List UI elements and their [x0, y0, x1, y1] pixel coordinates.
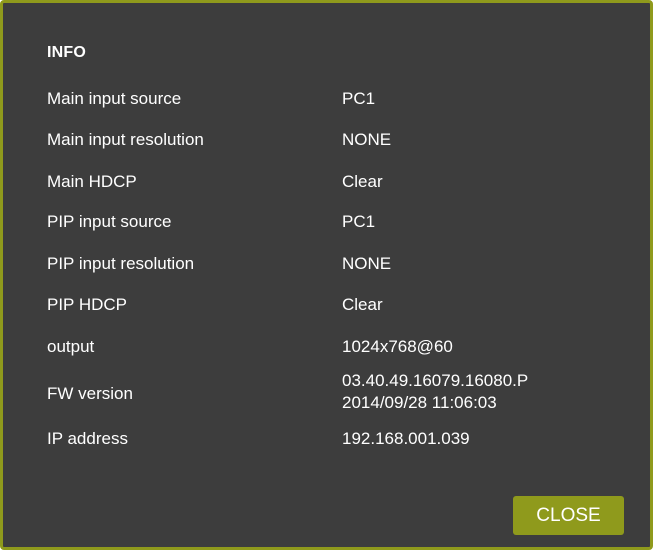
fw-version-value: 03.40.49.16079.16080.P 2014/09/28 11:06:…: [342, 370, 528, 414]
main-hdcp-value: Clear: [342, 172, 383, 191]
fw-version-number: 03.40.49.16079.16080.P: [342, 371, 529, 390]
pip-hdcp-value: Clear: [342, 295, 383, 314]
ip-address-label: IP address: [47, 429, 128, 448]
dialog-title: INFO: [47, 44, 87, 61]
pip-input-source-label: PIP input source: [47, 212, 172, 231]
fw-version-date: 2014/09/28 11:06:03: [342, 393, 497, 412]
info-dialog: INFO Main input source PC1 Main input re…: [0, 0, 653, 550]
fw-version-label: FW version: [47, 384, 133, 403]
main-input-source-label: Main input source: [47, 89, 182, 108]
output-value: 1024x768@60: [342, 337, 453, 356]
pip-input-resolution-label: PIP input resolution: [47, 254, 195, 273]
pip-input-source-value: PC1: [342, 212, 376, 231]
output-label: output: [47, 337, 95, 356]
pip-hdcp-label: PIP HDCP: [47, 295, 127, 314]
main-input-source-value: PC1: [342, 89, 376, 108]
pip-input-resolution-value: NONE: [342, 254, 392, 273]
ip-address-value: 192.168.001.039: [342, 429, 470, 448]
main-input-resolution-value: NONE: [342, 130, 392, 149]
main-input-resolution-label: Main input resolution: [47, 130, 204, 149]
close-button[interactable]: CLOSE: [513, 496, 624, 535]
main-hdcp-label: Main HDCP: [47, 172, 137, 191]
